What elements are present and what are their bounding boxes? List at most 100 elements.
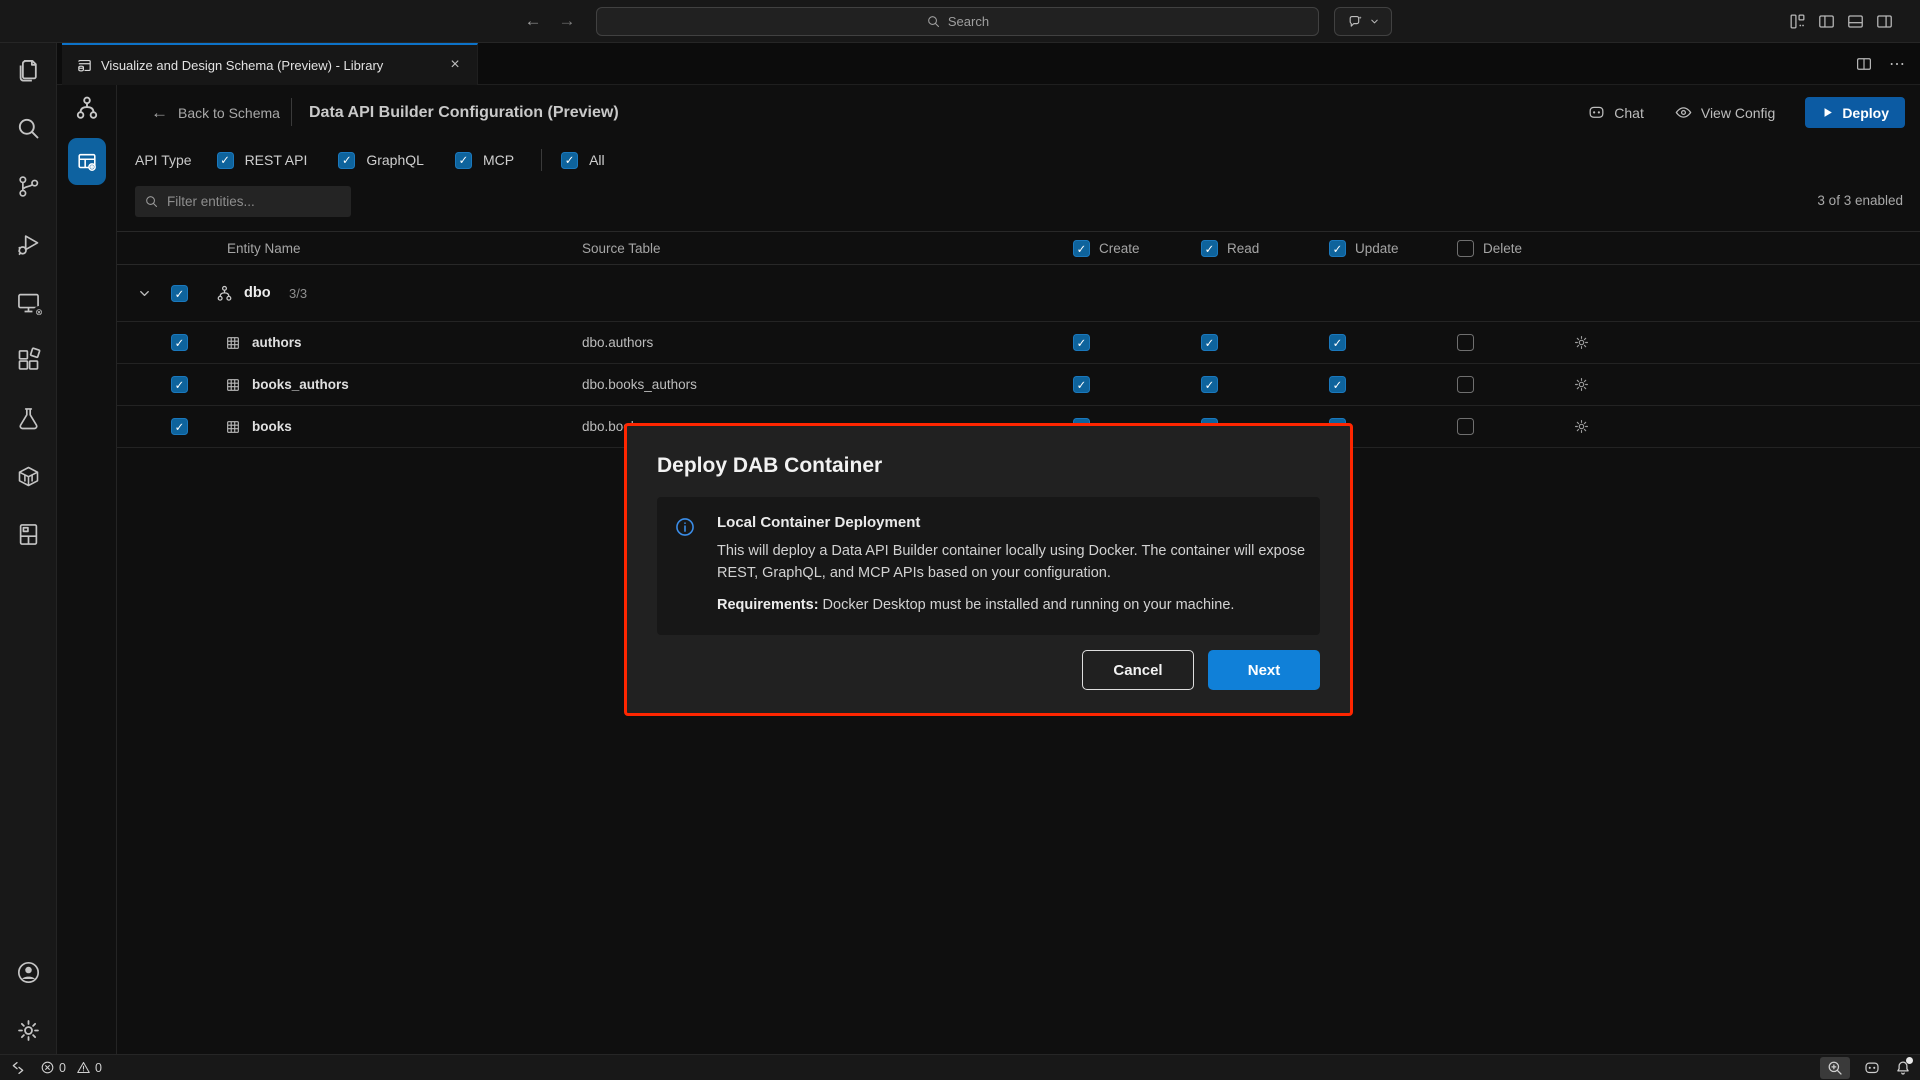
- remote-indicator-icon[interactable]: [10, 1060, 26, 1076]
- table-icon: [225, 377, 241, 393]
- search-view-icon[interactable]: [15, 115, 42, 142]
- row-checkbox[interactable]: ✓: [171, 376, 188, 393]
- graphql-checkbox[interactable]: ✓: [338, 152, 355, 169]
- update-checkbox[interactable]: ✓: [1329, 376, 1346, 393]
- delete-all-checkbox[interactable]: [1457, 240, 1474, 257]
- api-option-all[interactable]: ✓ All: [561, 152, 605, 169]
- table-row-books-authors[interactable]: ✓ books_authors dbo.books_authors ✓ ✓ ✓: [117, 364, 1920, 406]
- requirements-body: Docker Desktop must be installed and run…: [819, 597, 1235, 613]
- mcp-label: MCP: [483, 152, 514, 168]
- delete-checkbox[interactable]: [1457, 418, 1474, 435]
- notifications-bell-icon[interactable]: [1894, 1059, 1912, 1077]
- row-settings-gear-icon[interactable]: [1573, 376, 1590, 393]
- group-name: dbo: [244, 285, 271, 301]
- create-all-checkbox[interactable]: ✓: [1073, 240, 1090, 257]
- dab-config-button-active[interactable]: [68, 138, 106, 185]
- back-link-label: Back to Schema: [178, 105, 280, 121]
- entities-table-header: Entity Name Source Table ✓ Create ✓ Read…: [117, 231, 1920, 265]
- tab-title: Visualize and Design Schema (Preview) - …: [101, 58, 437, 73]
- api-option-rest[interactable]: ✓ REST API: [217, 152, 308, 169]
- column-create: ✓ Create: [1073, 240, 1140, 257]
- read-checkbox[interactable]: ✓: [1201, 334, 1218, 351]
- api-option-graphql[interactable]: ✓ GraphQL: [338, 152, 424, 169]
- create-checkbox[interactable]: ✓: [1073, 376, 1090, 393]
- table-icon: [225, 335, 241, 351]
- rest-api-checkbox[interactable]: ✓: [217, 152, 234, 169]
- read-checkbox[interactable]: ✓: [1201, 376, 1218, 393]
- run-debug-icon[interactable]: [15, 231, 42, 258]
- all-label: All: [589, 152, 605, 168]
- split-editor-icon[interactable]: [1855, 55, 1873, 73]
- delete-checkbox[interactable]: [1457, 334, 1474, 351]
- toggle-primary-sidebar-icon[interactable]: [1817, 12, 1836, 31]
- view-config-button[interactable]: View Config: [1674, 103, 1775, 122]
- remote-explorer-icon[interactable]: ⊗: [15, 289, 42, 316]
- tab-close-icon[interactable]: ×: [445, 55, 465, 75]
- settings-gear-icon[interactable]: [15, 1017, 42, 1044]
- next-button[interactable]: Next: [1208, 650, 1320, 690]
- containers-icon[interactable]: [15, 463, 42, 490]
- enabled-summary: 3 of 3 enabled: [1817, 193, 1903, 208]
- column-delete: Delete: [1457, 240, 1522, 257]
- all-checkbox[interactable]: ✓: [561, 152, 578, 169]
- cancel-button[interactable]: Cancel: [1082, 650, 1194, 690]
- schema-view-button[interactable]: [73, 94, 101, 122]
- eye-icon: [1674, 103, 1693, 122]
- info-box-body: This will deploy a Data API Builder cont…: [717, 541, 1317, 585]
- filter-entities-input[interactable]: [135, 186, 351, 217]
- back-arrow-icon: ←: [151, 103, 168, 123]
- chat-button[interactable]: Chat: [1587, 103, 1644, 122]
- testing-icon[interactable]: [15, 405, 42, 432]
- nav-forward-icon[interactable]: →: [556, 10, 578, 32]
- chevron-down-icon[interactable]: [137, 286, 152, 301]
- create-checkbox[interactable]: ✓: [1073, 334, 1090, 351]
- zoom-in-icon: [1826, 1059, 1844, 1077]
- copilot-status-icon[interactable]: [1863, 1059, 1881, 1077]
- extensions-icon[interactable]: [15, 347, 42, 374]
- toggle-secondary-sidebar-icon[interactable]: [1875, 12, 1894, 31]
- update-all-checkbox[interactable]: ✓: [1329, 240, 1346, 257]
- account-icon[interactable]: [15, 959, 42, 986]
- schema-group-row[interactable]: ✓ dbo 3/3: [117, 265, 1920, 322]
- source-table: dbo.books_authors: [582, 377, 697, 392]
- row-settings-gear-icon[interactable]: [1573, 334, 1590, 351]
- copilot-chat-button[interactable]: [1334, 7, 1392, 36]
- table-row-authors[interactable]: ✓ authors dbo.authors ✓ ✓ ✓: [117, 322, 1920, 364]
- mcp-checkbox[interactable]: ✓: [455, 152, 472, 169]
- editor-tab-bar: Visualize and Design Schema (Preview) - …: [57, 43, 1920, 85]
- table-icon: [225, 419, 241, 435]
- delete-checkbox[interactable]: [1457, 376, 1474, 393]
- entity-name: books_authors: [252, 377, 349, 392]
- api-option-mcp[interactable]: ✓ MCP: [455, 152, 514, 169]
- back-to-schema-link[interactable]: ← Back to Schema: [151, 103, 280, 123]
- explorer-icon[interactable]: [15, 57, 42, 84]
- tab-visualize-design-schema[interactable]: Visualize and Design Schema (Preview) - …: [62, 43, 478, 85]
- schema-icon: [215, 284, 234, 303]
- customize-layout-icon[interactable]: [1788, 12, 1807, 31]
- chevron-down-icon: [1369, 16, 1380, 27]
- problems-indicator[interactable]: 0 0: [40, 1060, 102, 1075]
- group-checkbox[interactable]: ✓: [171, 285, 188, 302]
- remote-status-badge: ⊗: [33, 306, 46, 319]
- update-checkbox[interactable]: ✓: [1329, 334, 1346, 351]
- warning-icon: [76, 1060, 91, 1075]
- command-search-box[interactable]: Search: [596, 7, 1319, 36]
- source-control-icon[interactable]: [15, 173, 42, 200]
- toggle-panel-icon[interactable]: [1846, 12, 1865, 31]
- database-storage-icon[interactable]: [15, 521, 42, 548]
- read-all-checkbox[interactable]: ✓: [1201, 240, 1218, 257]
- error-count: 0: [59, 1061, 66, 1075]
- zoom-control[interactable]: [1820, 1057, 1850, 1079]
- row-settings-gear-icon[interactable]: [1573, 418, 1590, 435]
- source-table: dbo.authors: [582, 335, 653, 350]
- row-checkbox[interactable]: ✓: [171, 418, 188, 435]
- nav-back-icon[interactable]: ←: [522, 10, 544, 32]
- chat-sparkle-icon: [1347, 13, 1364, 30]
- row-checkbox[interactable]: ✓: [171, 334, 188, 351]
- column-source-table: Source Table: [582, 241, 661, 256]
- error-icon: [40, 1060, 55, 1075]
- editor-more-actions-icon[interactable]: ⋯: [1889, 54, 1906, 74]
- deploy-button[interactable]: Deploy: [1805, 97, 1905, 128]
- chat-label: Chat: [1614, 105, 1644, 121]
- vscode-window: ← → Search ⊗: [0, 0, 1920, 1080]
